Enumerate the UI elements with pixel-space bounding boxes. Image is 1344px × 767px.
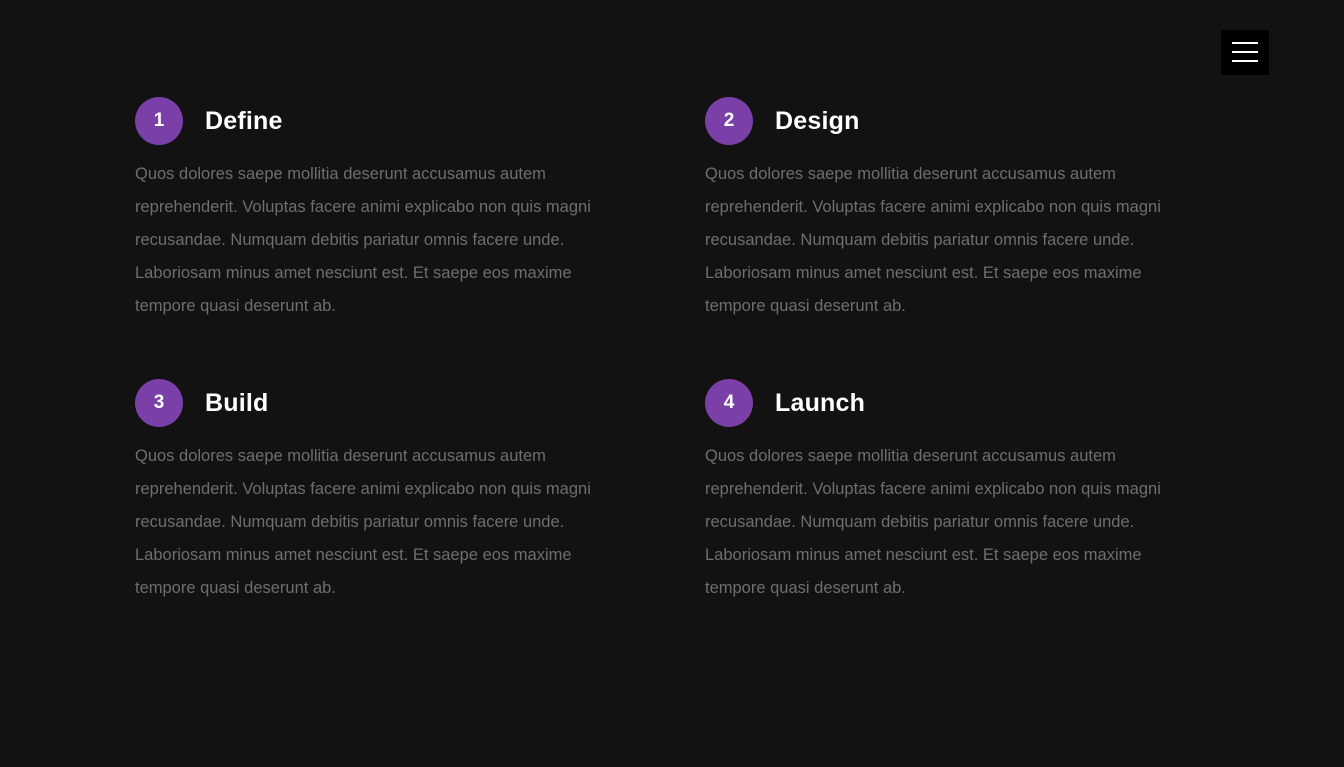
step-number-badge: 1 — [135, 97, 183, 145]
step-title: Design — [775, 106, 860, 135]
menu-bar-middle — [1232, 51, 1258, 53]
menu-bar-top — [1232, 42, 1258, 44]
step-header: 3 Build — [135, 379, 615, 427]
menu-bar-bottom — [1232, 60, 1258, 62]
step-number-badge: 2 — [705, 97, 753, 145]
step-title: Launch — [775, 388, 866, 417]
step-description: Quos dolores saepe mollitia deserunt acc… — [135, 447, 591, 597]
step-title: Build — [205, 388, 269, 417]
step-header: 2 Design — [705, 97, 1185, 145]
step-description: Quos dolores saepe mollitia deserunt acc… — [135, 165, 591, 315]
step-header: 1 Define — [135, 97, 615, 145]
step-design: 2 Design Quos dolores saepe mollitia des… — [705, 97, 1185, 323]
step-description: Quos dolores saepe mollitia deserunt acc… — [705, 447, 1161, 597]
step-number-badge: 4 — [705, 379, 753, 427]
step-launch: 4 Launch Quos dolores saepe mollitia des… — [705, 379, 1185, 605]
step-description: Quos dolores saepe mollitia deserunt acc… — [705, 165, 1161, 315]
step-title: Define — [205, 106, 283, 135]
hamburger-menu-button[interactable] — [1221, 30, 1269, 75]
step-number-badge: 3 — [135, 379, 183, 427]
step-define: 1 Define Quos dolores saepe mollitia des… — [135, 97, 615, 323]
step-build: 3 Build Quos dolores saepe mollitia dese… — [135, 379, 615, 605]
step-header: 4 Launch — [705, 379, 1185, 427]
